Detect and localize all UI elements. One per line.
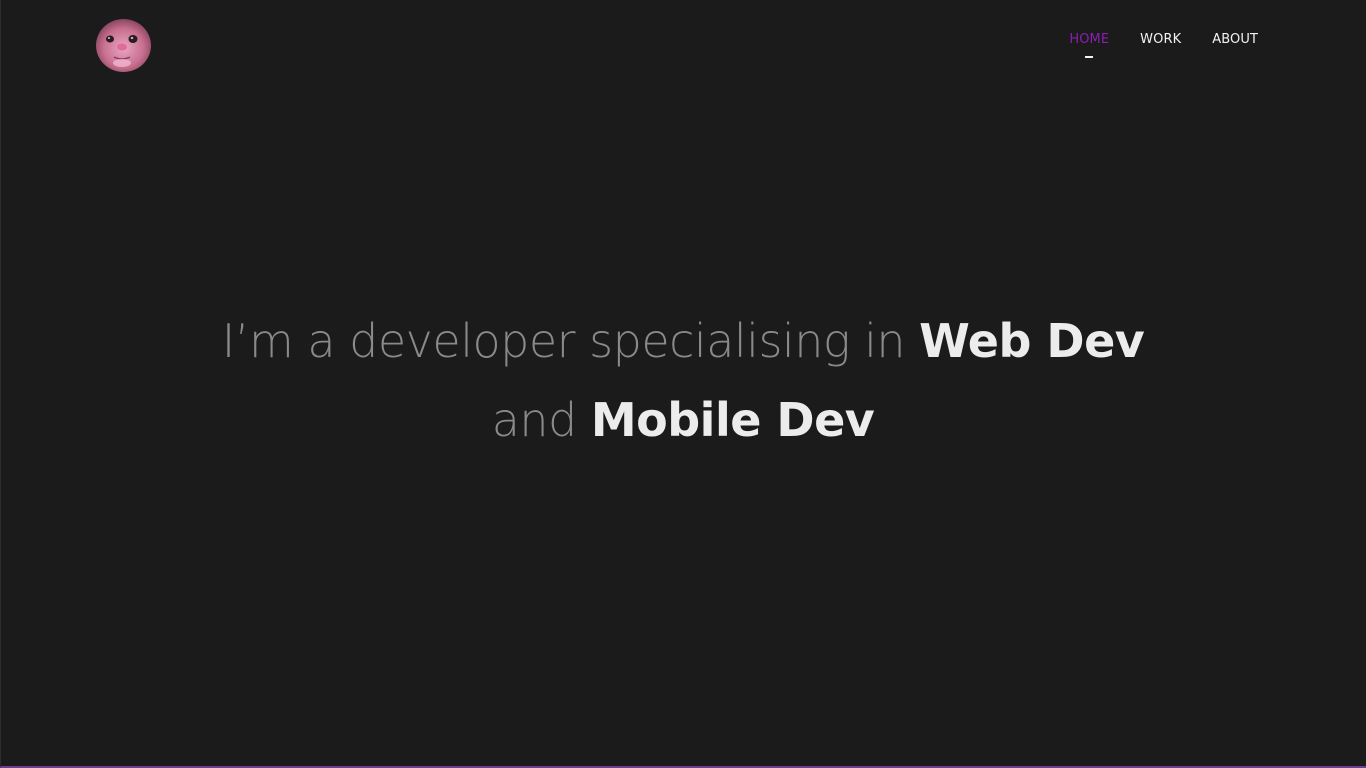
nav-work-link[interactable]: WORK: [1140, 31, 1181, 49]
hero-headline: I’m a developer specialising in Web Dev …: [183, 302, 1183, 460]
hero-intro-text: I’m a developer specialising in: [221, 314, 920, 368]
nav-work-label: WORK: [1140, 32, 1182, 47]
main-nav: HOME WORK ABOUT: [1069, 31, 1258, 58]
nav-home-label: HOME: [1069, 32, 1110, 47]
hero-and-text: and: [491, 393, 591, 447]
avatar-image: [96, 19, 151, 72]
active-indicator: [1085, 56, 1094, 58]
hero-skill-web: Web Dev: [919, 314, 1145, 368]
nav-about-link[interactable]: ABOUT: [1212, 31, 1258, 49]
nav-home-link[interactable]: HOME: [1069, 31, 1110, 58]
nav-about-label: ABOUT: [1212, 32, 1258, 47]
hero-skill-mobile: Mobile Dev: [590, 393, 875, 447]
avatar[interactable]: [96, 19, 151, 72]
